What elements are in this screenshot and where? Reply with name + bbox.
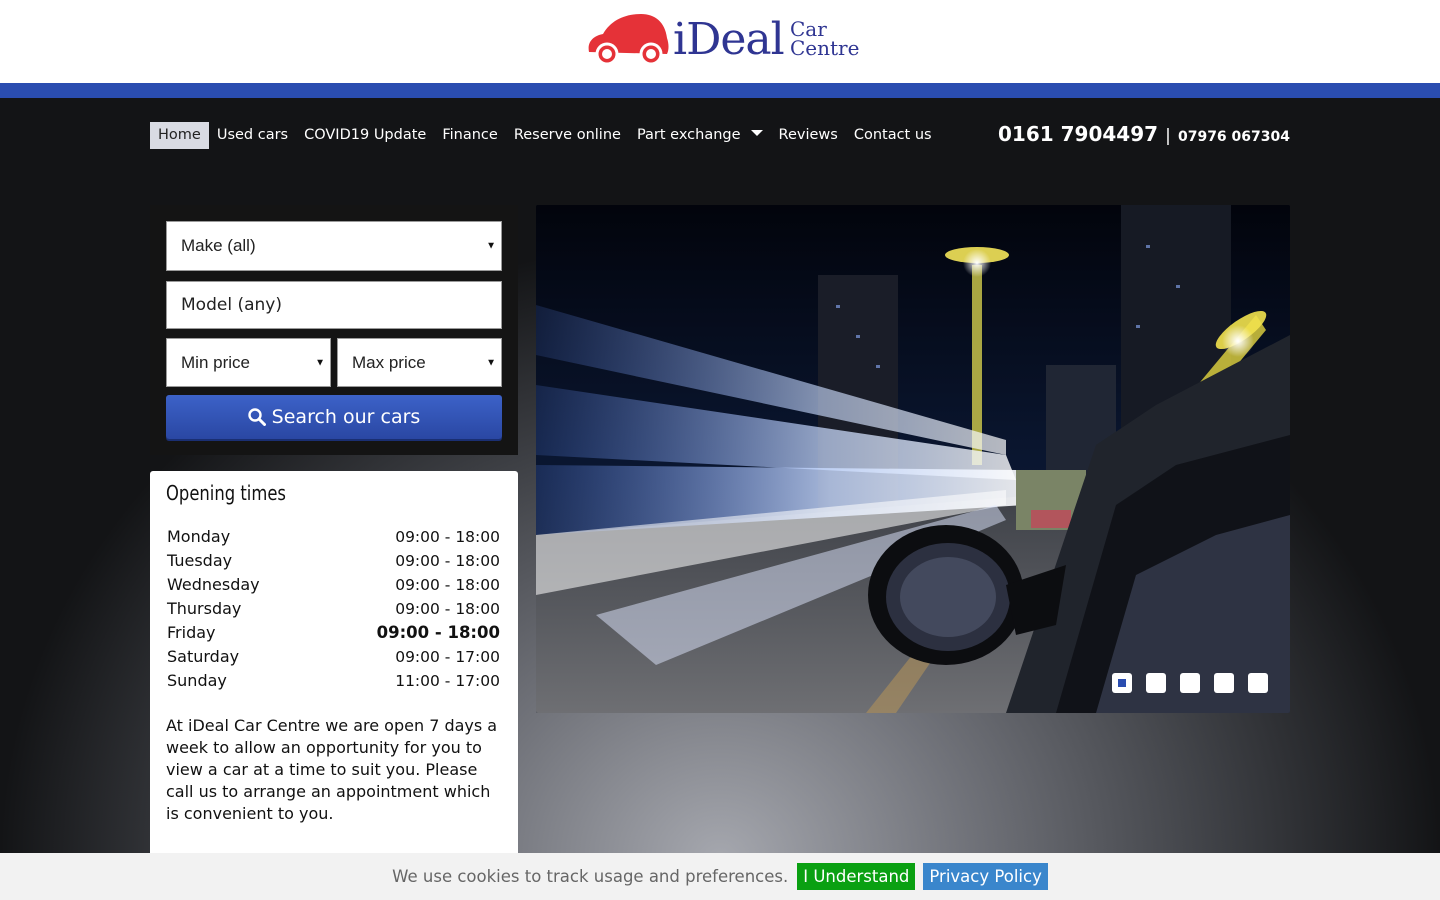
- phone-separator: |: [1165, 126, 1171, 146]
- opening-row: Sunday 11:00 - 17:00: [167, 669, 500, 693]
- nav-item-part-exchange-label: Part exchange: [636, 127, 741, 143]
- phone-main[interactable]: 0161 7904497: [998, 122, 1158, 146]
- cookie-accept-button[interactable]: I Understand: [797, 863, 916, 890]
- slide-dot-4[interactable]: [1214, 673, 1234, 693]
- opening-day: Thursday: [167, 599, 242, 618]
- dropdown-arrow-icon: ▼: [315, 357, 325, 368]
- opening-day: Wednesday: [167, 575, 260, 594]
- nav-item-used-cars[interactable]: Used cars: [209, 122, 296, 149]
- cookie-banner: We use cookies to track usage and prefer…: [0, 853, 1440, 900]
- min-price-select[interactable]: Min price ▼: [166, 338, 331, 387]
- opening-row: Thursday 09:00 - 18:00: [167, 597, 500, 621]
- max-price-value: Max price: [352, 352, 426, 372]
- opening-description: At iDeal Car Centre we are open 7 days a…: [166, 716, 498, 823]
- nav-item-contact-us[interactable]: Contact us: [846, 122, 940, 149]
- opening-hours: 09:00 - 18:00: [395, 576, 500, 594]
- logo-subtitle: Car Centre: [790, 19, 860, 60]
- opening-day: Friday: [167, 623, 216, 642]
- nav-item-finance[interactable]: Finance: [434, 122, 505, 149]
- nav-item-reserve-online[interactable]: Reserve online: [506, 122, 629, 149]
- opening-row-today: Friday 09:00 - 18:00: [167, 621, 500, 645]
- opening-row: Monday 09:00 - 18:00: [167, 525, 500, 549]
- min-price-value: Min price: [181, 352, 250, 372]
- site-logo[interactable]: iDeal Car Centre: [585, 10, 865, 70]
- opening-day: Monday: [167, 527, 231, 546]
- nav-item-part-exchange[interactable]: Part exchange: [629, 122, 771, 149]
- opening-row: Tuesday 09:00 - 18:00: [167, 549, 500, 573]
- opening-day: Sunday: [167, 671, 227, 690]
- car-logo-icon: [588, 14, 669, 66]
- slide-dot-1[interactable]: [1112, 673, 1132, 693]
- chevron-down-icon: [750, 130, 763, 136]
- nav-item-covid19-update[interactable]: COVID19 Update: [296, 122, 434, 149]
- search-button[interactable]: Search our cars: [166, 395, 502, 439]
- slide-dot-5[interactable]: [1248, 673, 1268, 693]
- opening-hours: 09:00 - 18:00: [395, 528, 500, 546]
- dropdown-arrow-icon: ▼: [486, 357, 496, 368]
- max-price-select[interactable]: Max price ▼: [337, 338, 502, 387]
- site-header: iDeal Car Centre: [0, 0, 1440, 83]
- opening-hours: 11:00 - 17:00: [395, 672, 500, 690]
- hero-slider[interactable]: [536, 205, 1290, 713]
- slider-dots: [1112, 673, 1268, 693]
- slide-dot-2[interactable]: [1146, 673, 1166, 693]
- opening-row: Saturday 09:00 - 17:00: [167, 645, 500, 669]
- logo-wordmark: iDeal: [673, 14, 785, 65]
- make-select-value: Make (all): [181, 236, 256, 255]
- opening-hours: 09:00 - 17:00: [395, 648, 500, 666]
- logo-subtitle-line2: Centre: [790, 36, 860, 60]
- dropdown-arrow-icon: ▼: [486, 240, 496, 252]
- privacy-policy-button[interactable]: Privacy Policy: [923, 863, 1048, 890]
- opening-hours: 09:00 - 18:00: [395, 600, 500, 618]
- opening-row: Wednesday 09:00 - 18:00: [167, 573, 500, 597]
- slide-dot-3[interactable]: [1180, 673, 1200, 693]
- opening-hours: 09:00 - 18:00: [376, 623, 500, 642]
- nav-item-reviews[interactable]: Reviews: [771, 122, 846, 149]
- opening-times-title: Opening times: [166, 481, 286, 505]
- opening-day: Tuesday: [167, 551, 233, 570]
- opening-times-table: Monday 09:00 - 18:00 Tuesday 09:00 - 18:…: [167, 525, 500, 693]
- phone-numbers: 0161 7904497 | 07976 067304: [998, 122, 1290, 146]
- opening-times-card: Opening times Monday 09:00 - 18:00 Tuesd…: [150, 471, 518, 871]
- search-button-label: Search our cars: [271, 406, 421, 428]
- phone-alt[interactable]: 07976 067304: [1178, 129, 1290, 145]
- search-icon: [247, 408, 266, 426]
- cookie-message: We use cookies to track usage and prefer…: [392, 867, 789, 886]
- make-select[interactable]: Make (all) ▼: [166, 221, 502, 271]
- main-nav: Home Used cars COVID19 Update Finance Re…: [150, 122, 940, 149]
- nav-item-home[interactable]: Home: [150, 122, 209, 149]
- car-search-panel: Make (all) ▼ Model (any) Min price ▼ Max…: [150, 205, 518, 455]
- model-input-placeholder: Model (any): [181, 295, 282, 315]
- opening-day: Saturday: [167, 647, 240, 666]
- header-accent-bar: [0, 83, 1440, 98]
- slide-image: [536, 205, 1290, 713]
- opening-hours: 09:00 - 18:00: [395, 552, 500, 570]
- model-input[interactable]: Model (any): [166, 281, 502, 329]
